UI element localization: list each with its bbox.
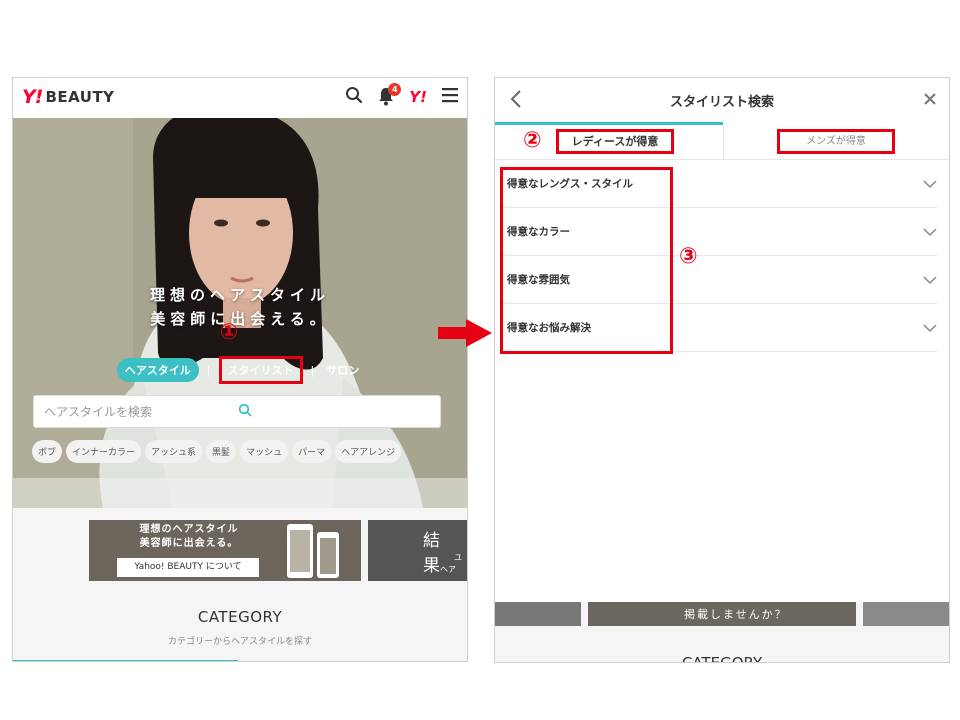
results-banner-text-1: ユ <box>454 553 462 562</box>
tab-salon[interactable]: サロン <box>322 357 363 383</box>
peek-banner-center: 掲載しませんか？ <box>588 602 856 626</box>
hamburger-menu-icon[interactable] <box>441 87 459 107</box>
results-banner[interactable]: 結 果 ユ ヘア <box>368 520 467 581</box>
chevron-down-icon <box>923 227 937 236</box>
about-banner-line-2: 美容師に出会える。 <box>139 538 239 549</box>
app-header: Y! BEAUTY 4 Y! <box>13 78 467 118</box>
search-placeholder: ヘアスタイルを検索 <box>44 405 153 419</box>
close-icon[interactable] <box>923 91 937 110</box>
keyword-chips: ボブ インナーカラー アッシュ系 黒髪 マッシュ パーマ ヘアアレンジ <box>32 440 402 463</box>
about-banner-copy: 理想のヘアスタイル 美容師に出会える。 <box>89 523 289 551</box>
transition-arrow-icon <box>438 319 492 347</box>
chip-mash[interactable]: マッシュ <box>240 440 289 463</box>
notification-badge: 4 <box>388 83 402 96</box>
tab-stylist[interactable]: スタイリスト <box>218 356 303 384</box>
tab-mens[interactable]: メンズが得意 <box>777 129 895 154</box>
chip-inner-color[interactable]: インナーカラー <box>66 440 142 463</box>
chevron-down-icon <box>923 179 937 188</box>
peek-banner-text: 掲載しませんか？ <box>684 608 788 621</box>
chip-black-hair[interactable]: 黒髪 <box>206 440 237 463</box>
back-chevron-icon[interactable] <box>509 89 523 113</box>
tab-hairstyle[interactable]: ヘアスタイル <box>116 358 199 382</box>
tab-separator: | <box>206 363 211 377</box>
chevron-down-icon <box>923 323 937 332</box>
annotation-marker-3: ③ <box>679 244 698 269</box>
about-yahoo-beauty-button[interactable]: Yahoo! BEAUTY について <box>117 558 259 577</box>
chip-ash[interactable]: アッシュ系 <box>145 440 203 463</box>
annotation-marker-1: ① <box>219 320 239 345</box>
background-page-peek: 掲載しませんか？ CATEGORY <box>495 602 949 663</box>
modal-title: スタイリスト検索 <box>669 94 774 110</box>
phone-mockup-image <box>287 524 339 578</box>
logo-mark: Y! <box>22 86 43 108</box>
tab-ladies[interactable]: レディースが得意 <box>556 129 674 154</box>
home-screen: Y! BEAUTY 4 Y! 理想のヘアスタイル 美容師に出会える。 ① ヘアス… <box>12 77 468 662</box>
yahoo-beauty-logo[interactable]: Y! BEAUTY <box>22 86 115 108</box>
results-banner-text-2: ヘア <box>440 565 456 574</box>
hairstyle-search-input[interactable]: ヘアスタイルを検索 <box>33 395 441 428</box>
about-banner-line-1: 理想のヘアスタイル <box>139 524 239 535</box>
category-tab-indicator <box>13 660 238 661</box>
content-below-hero: 理想のヘアスタイル 美容師に出会える。 Yahoo! BEAUTY について 結… <box>13 508 467 661</box>
search-icon[interactable] <box>345 86 363 108</box>
notification-bell-icon[interactable]: 4 <box>377 83 402 108</box>
logo-text: BEAUTY <box>45 88 115 106</box>
chip-bob[interactable]: ボブ <box>32 440 63 463</box>
annotation-marker-2: ② <box>523 128 542 153</box>
stylist-search-screen: スタイリスト検索 ② レディースが得意 メンズが得意 得意なレングス・スタイル … <box>494 77 950 663</box>
category-subtitle: カテゴリーからヘアスタイルを探す <box>167 637 312 647</box>
category-title: CATEGORY <box>197 608 283 626</box>
peek-banner-right <box>863 602 949 626</box>
annotation-highlight-box-3 <box>500 167 673 354</box>
hero-line-1: 理想のヘアスタイル <box>149 286 330 304</box>
search-type-tabs: ヘアスタイル | スタイリスト | サロン <box>13 356 467 384</box>
search-icon[interactable] <box>238 403 432 420</box>
peek-category-title: CATEGORY <box>681 654 763 663</box>
chip-hair-arrange[interactable]: ヘアアレンジ <box>335 440 402 463</box>
about-banner[interactable]: 理想のヘアスタイル 美容師に出会える。 Yahoo! BEAUTY について <box>89 520 361 581</box>
hero-section: 理想のヘアスタイル 美容師に出会える。 ① ヘアスタイル | スタイリスト | … <box>13 118 467 508</box>
tab-separator: | <box>310 363 315 377</box>
chevron-down-icon <box>923 275 937 284</box>
gender-tabs: ② レディースが得意 メンズが得意 <box>495 125 949 160</box>
peek-banner-left <box>495 602 581 626</box>
chip-perm[interactable]: パーマ <box>292 440 332 463</box>
modal-header: スタイリスト検索 <box>495 78 949 122</box>
yahoo-icon[interactable]: Y! <box>409 88 427 106</box>
